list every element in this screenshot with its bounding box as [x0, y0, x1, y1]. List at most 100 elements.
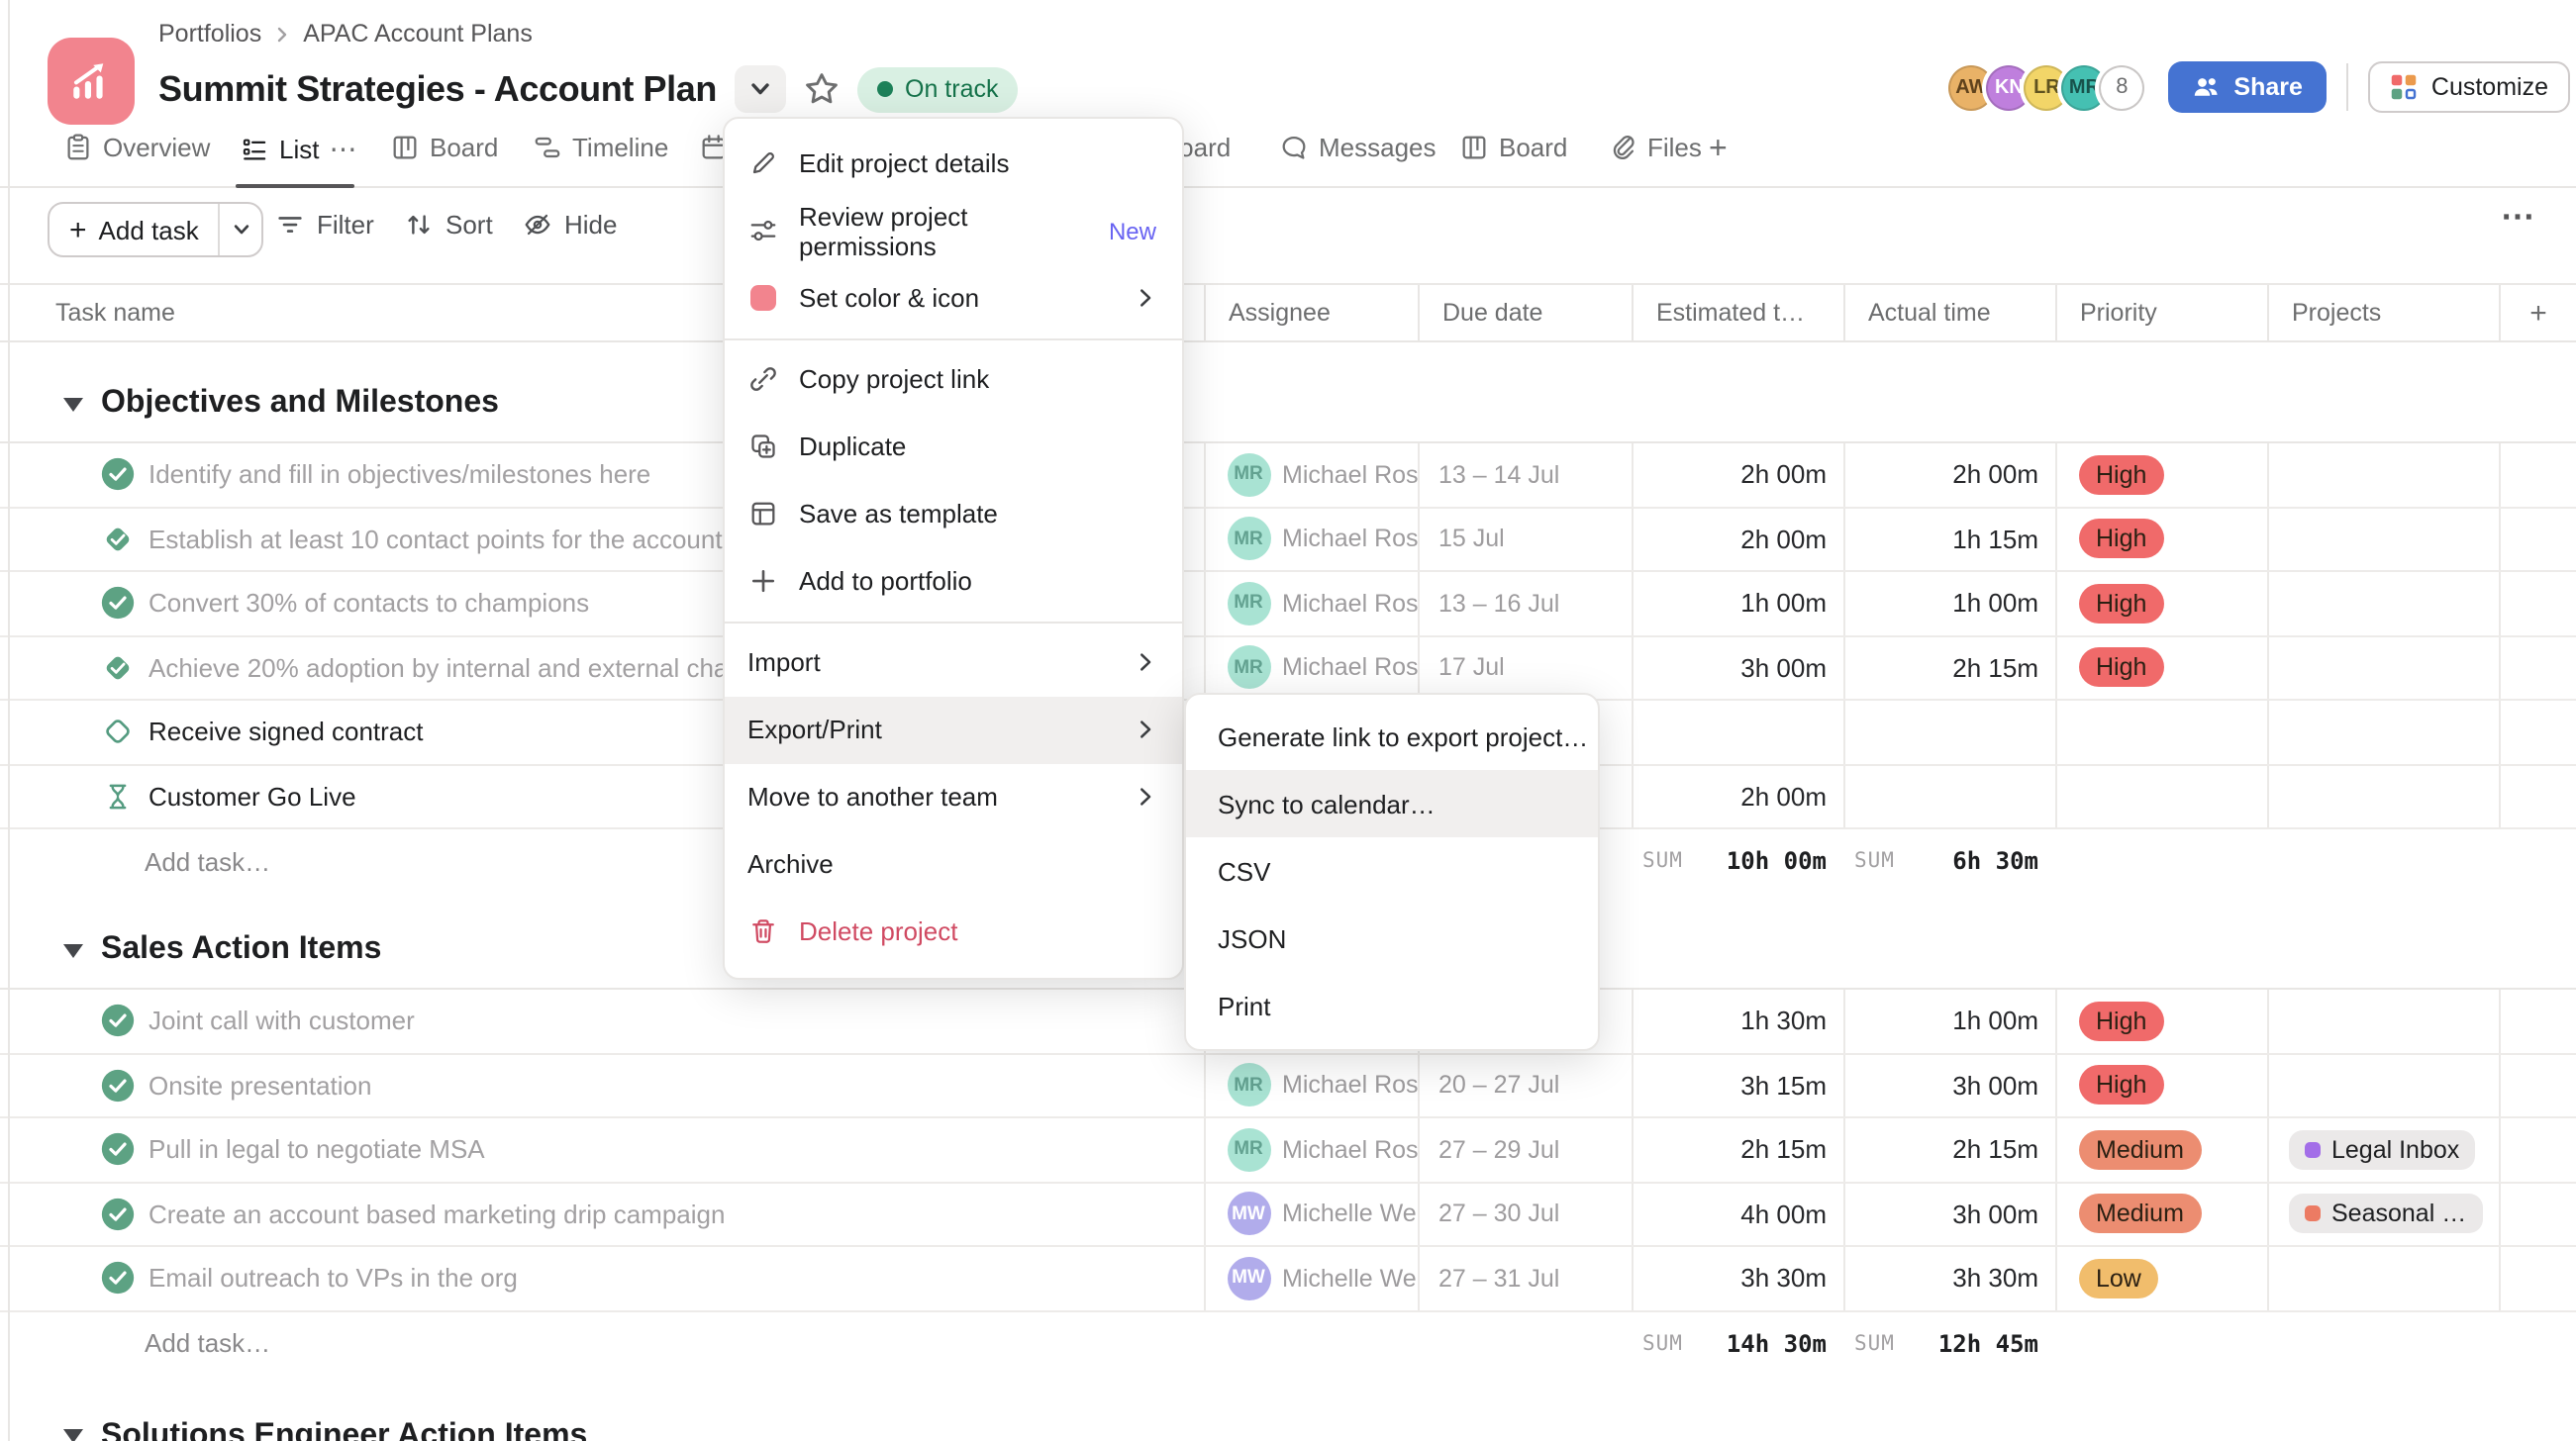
- project-actions-dropdown-button[interactable]: [735, 65, 786, 113]
- hourglass-icon[interactable]: [101, 780, 135, 814]
- tab-messages[interactable]: Messages: [1279, 133, 1437, 162]
- tab-list[interactable]: List ⋯: [240, 133, 358, 166]
- actual-time-cell[interactable]: 3h 30m: [1842, 1247, 2054, 1309]
- tab-timeline[interactable]: Timeline: [533, 133, 668, 162]
- task-row[interactable]: Establish at least 10 contact points for…: [0, 508, 2576, 572]
- priority-badge[interactable]: Medium: [2078, 1130, 2202, 1170]
- task-row[interactable]: Achieve 20% adoption by internal and ext…: [0, 636, 2576, 701]
- completed-milestone-diamond-icon[interactable]: [101, 523, 135, 556]
- due-date-cell[interactable]: 17 Jul: [1417, 636, 1631, 699]
- priority-badge[interactable]: Low: [2078, 1259, 2159, 1298]
- sort-button[interactable]: Sort: [404, 210, 493, 240]
- actual-time-cell[interactable]: 2h 15m: [1842, 1118, 2054, 1181]
- project-logo[interactable]: [48, 38, 135, 125]
- menu-item-archive[interactable]: Archive: [724, 830, 1182, 898]
- submenu-item-json[interactable]: JSON: [1186, 906, 1597, 973]
- completed-check-circle-icon[interactable]: [101, 587, 135, 621]
- task-name[interactable]: Create an account based marketing drip c…: [149, 1200, 725, 1229]
- assignee-cell[interactable]: MR Michael Ros…: [1203, 443, 1417, 506]
- actual-time-cell[interactable]: 3h 00m: [1842, 1183, 2054, 1245]
- collapse-triangle-icon[interactable]: [63, 943, 83, 957]
- section-title[interactable]: Solutions Engineer Action Items: [101, 1418, 587, 1441]
- assignee-cell[interactable]: MR Michael Ros…: [1203, 1118, 1417, 1181]
- due-date-cell[interactable]: 20 – 27 Jul: [1417, 1054, 1631, 1116]
- menu-item-move-to-another-team[interactable]: Move to another team: [724, 763, 1182, 830]
- task-row[interactable]: Convert 30% of contacts to champions MR …: [0, 572, 2576, 636]
- projects-cell[interactable]: [2266, 572, 2499, 634]
- assignee-cell[interactable]: MR Michael Ros…: [1203, 572, 1417, 634]
- filter-button[interactable]: Filter: [275, 210, 374, 240]
- priority-cell[interactable]: Medium: [2054, 1183, 2266, 1245]
- task-name[interactable]: Customer Go Live: [149, 782, 356, 812]
- column-header-priority[interactable]: Priority: [2054, 285, 2266, 340]
- menu-item-save-as-template[interactable]: Save as template: [724, 480, 1182, 547]
- actual-time-cell[interactable]: [1842, 701, 2054, 763]
- priority-cell[interactable]: High: [2054, 636, 2266, 699]
- breadcrumb-portfolio-link[interactable]: APAC Account Plans: [303, 20, 533, 48]
- menu-item-copy-project-link[interactable]: Copy project link: [724, 345, 1182, 413]
- priority-cell[interactable]: Low: [2054, 1247, 2266, 1309]
- task-row[interactable]: Create an account based marketing drip c…: [0, 1183, 2576, 1247]
- task-name[interactable]: Establish at least 10 contact points for…: [149, 525, 723, 554]
- actual-time-cell[interactable]: [1842, 765, 2054, 827]
- submenu-item-csv[interactable]: CSV: [1186, 838, 1597, 906]
- submenu-item-generate-link[interactable]: Generate link to export project…: [1186, 703, 1597, 770]
- priority-cell[interactable]: High: [2054, 990, 2266, 1052]
- task-name[interactable]: Convert 30% of contacts to champions: [149, 589, 589, 619]
- task-name-cell[interactable]: Pull in legal to negotiate MSA: [0, 1118, 1203, 1181]
- priority-cell[interactable]: [2054, 765, 2266, 827]
- completed-milestone-diamond-icon[interactable]: [101, 651, 135, 685]
- add-column-button[interactable]: +: [2499, 285, 2576, 340]
- task-name[interactable]: Email outreach to VPs in the org: [149, 1264, 518, 1294]
- assignee-cell[interactable]: MR Michael Ros…: [1203, 508, 1417, 570]
- favorite-star-button[interactable]: [804, 71, 840, 107]
- due-date-cell[interactable]: 15 Jul: [1417, 508, 1631, 570]
- estimated-time-cell[interactable]: 1h 00m: [1631, 572, 1842, 634]
- menu-item-edit-project-details[interactable]: Edit project details: [724, 130, 1182, 197]
- estimated-time-cell[interactable]: 2h 00m: [1631, 765, 1842, 827]
- projects-cell[interactable]: Seasonal …: [2266, 1183, 2499, 1245]
- share-button[interactable]: Share: [2168, 61, 2327, 113]
- projects-cell[interactable]: [2266, 508, 2499, 570]
- priority-cell[interactable]: High: [2054, 508, 2266, 570]
- priority-cell[interactable]: High: [2054, 572, 2266, 634]
- projects-cell[interactable]: Legal Inbox: [2266, 1118, 2499, 1181]
- priority-cell[interactable]: [2054, 701, 2266, 763]
- estimated-time-cell[interactable]: 3h 30m: [1631, 1247, 1842, 1309]
- priority-badge[interactable]: High: [2078, 520, 2164, 559]
- section-title[interactable]: Sales Action Items: [101, 932, 381, 968]
- column-header-projects[interactable]: Projects: [2266, 285, 2499, 340]
- task-row[interactable]: Onsite presentation MR Michael Ros… 20 –…: [0, 1054, 2576, 1118]
- column-header-due-date[interactable]: Due date: [1417, 285, 1631, 340]
- task-name-cell[interactable]: Email outreach to VPs in the org: [0, 1247, 1203, 1309]
- priority-badge[interactable]: High: [2078, 648, 2164, 688]
- task-name[interactable]: Joint call with customer: [149, 1007, 415, 1036]
- task-row[interactable]: Pull in legal to negotiate MSA MR Michae…: [0, 1118, 2576, 1183]
- hide-button[interactable]: Hide: [523, 210, 618, 240]
- priority-cell[interactable]: High: [2054, 443, 2266, 506]
- task-name-cell[interactable]: Create an account based marketing drip c…: [0, 1183, 1203, 1245]
- task-name[interactable]: Identify and fill in objectives/mileston…: [149, 460, 650, 490]
- collapse-triangle-icon[interactable]: [63, 397, 83, 411]
- priority-cell[interactable]: Medium: [2054, 1118, 2266, 1181]
- priority-badge[interactable]: High: [2078, 1066, 2164, 1105]
- estimated-time-cell[interactable]: 2h 15m: [1631, 1118, 1842, 1181]
- avatar-overflow-count[interactable]: 8: [2099, 64, 2144, 110]
- priority-badge[interactable]: Medium: [2078, 1195, 2202, 1234]
- tab-overview[interactable]: Overview: [63, 133, 210, 162]
- completed-check-circle-icon[interactable]: [101, 1198, 135, 1231]
- estimated-time-cell[interactable]: 2h 00m: [1631, 443, 1842, 506]
- milestone-diamond-outline-icon[interactable]: [101, 716, 135, 749]
- task-name-cell[interactable]: Joint call with customer: [0, 990, 1203, 1052]
- column-header-actual-time[interactable]: Actual time: [1842, 285, 2054, 340]
- actual-time-cell[interactable]: 1h 15m: [1842, 508, 2054, 570]
- estimated-time-cell[interactable]: [1631, 701, 1842, 763]
- tab-board-2[interactable]: Board: [1459, 133, 1567, 162]
- task-row[interactable]: Email outreach to VPs in the org MW Mich…: [0, 1247, 2576, 1311]
- actual-time-cell[interactable]: 1h 00m: [1842, 990, 2054, 1052]
- add-task-inline[interactable]: Add task…: [0, 1311, 1203, 1376]
- submenu-item-sync-to-calendar[interactable]: Sync to calendar…: [1186, 770, 1597, 837]
- due-date-cell[interactable]: 27 – 30 Jul: [1417, 1183, 1631, 1245]
- customize-button[interactable]: Customize: [2368, 61, 2570, 113]
- menu-item-add-to-portfolio[interactable]: Add to portfolio: [724, 547, 1182, 615]
